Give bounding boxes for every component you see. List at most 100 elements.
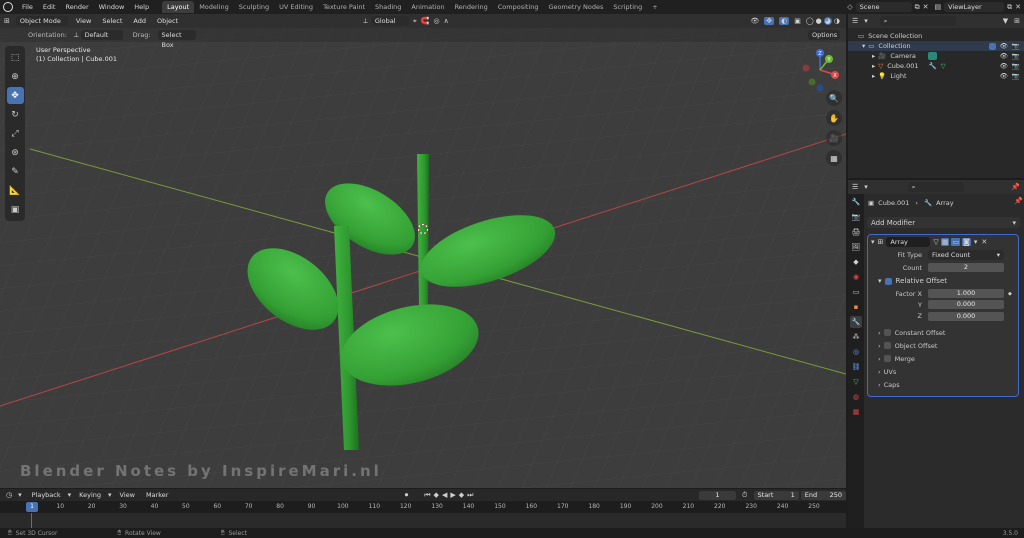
editor-type-icon[interactable]: ⊞ <box>4 17 10 25</box>
gizmo-neg-x-icon[interactable] <box>802 64 810 72</box>
particles-tab-icon[interactable]: ⁂ <box>850 331 862 343</box>
viewport-toggle-icon[interactable]: ▭ <box>951 237 961 246</box>
remove-scene-icon[interactable]: ✕ <box>923 3 929 11</box>
expand-camera-icon[interactable]: ▸ <box>872 51 875 61</box>
light-render-icon[interactable]: 📷 <box>1012 71 1020 81</box>
proportional-edit-icon[interactable]: ◎ <box>433 17 439 25</box>
visibility-icon[interactable]: 👁 <box>750 17 759 25</box>
menu-view[interactable]: View <box>72 16 95 26</box>
tool-tab-icon[interactable]: 🔧 <box>850 196 862 208</box>
texture-tab-icon[interactable]: ▦ <box>850 406 862 418</box>
cursor-tool-icon[interactable]: ⊕ <box>7 68 24 85</box>
add-cube-tool-icon[interactable]: ▣ <box>7 201 24 218</box>
ortho-grid-icon[interactable]: ▦ <box>826 150 842 166</box>
transform-tool-icon[interactable]: ⊛ <box>7 144 24 161</box>
collection-label[interactable]: Collection <box>878 41 910 51</box>
snap-icon[interactable]: 🧲 <box>421 17 430 25</box>
rotate-tool-icon[interactable]: ↻ <box>7 106 24 123</box>
menu-help[interactable]: Help <box>129 0 154 14</box>
cage-toggle-icon[interactable]: ▦ <box>940 237 950 246</box>
render-toggle-icon[interactable]: ◙ <box>962 237 971 246</box>
keyframe-dot-icon[interactable]: ◆ <box>1008 291 1012 297</box>
merge-checkbox[interactable] <box>883 355 891 362</box>
collection-render-icon[interactable]: 📷 <box>1012 41 1020 51</box>
collection-tab-icon[interactable]: ▭ <box>850 286 862 298</box>
camera-view-icon[interactable]: 🎥 <box>826 130 842 146</box>
menu-timeline-view[interactable]: View <box>116 490 139 500</box>
outliner-search-input[interactable]: ⌕ <box>879 16 956 26</box>
modifier-tab-icon[interactable]: 🔧 <box>850 315 862 328</box>
pivot-icon[interactable]: ⌖ <box>413 17 417 26</box>
prev-keyframe-icon[interactable]: ◆ <box>434 491 439 499</box>
falloff-icon[interactable]: ∧ <box>444 17 449 25</box>
properties-dropdown-icon[interactable]: ▾ <box>864 183 868 191</box>
add-modifier-dropdown[interactable]: Add Modifier <box>871 219 915 227</box>
jump-start-icon[interactable]: ⏮ <box>424 491 430 500</box>
tab-scripting[interactable]: Scripting <box>608 1 647 13</box>
tab-rendering[interactable]: Rendering <box>450 1 493 13</box>
timeline-editor-icon[interactable]: ◷ <box>6 491 12 499</box>
expand-cube-icon[interactable]: ▸ <box>872 61 875 71</box>
merge-subpanel[interactable]: › Merge <box>868 352 1018 365</box>
collection-visibility-icon[interactable]: 👁 <box>1000 41 1008 51</box>
remove-view-layer-icon[interactable]: ✕ <box>1015 3 1021 11</box>
transform-space-selector[interactable]: Global <box>370 16 409 26</box>
light-visibility-icon[interactable]: 👁 <box>1000 71 1008 81</box>
constant-offset-checkbox[interactable] <box>883 329 891 336</box>
object-offset-subpanel[interactable]: › Object Offset <box>868 339 1018 352</box>
drag-selector[interactable]: Select Box <box>157 30 196 49</box>
properties-editor-icon[interactable]: ☰ <box>852 183 858 191</box>
scene-collection-label[interactable]: Scene Collection <box>868 31 922 41</box>
fit-type-select[interactable]: Fixed Count ▾ <box>928 249 1004 260</box>
solid-shading-icon[interactable]: ● <box>816 17 822 25</box>
menu-edit[interactable]: Edit <box>38 0 61 14</box>
material-shading-icon[interactable]: ◕ <box>823 17 832 25</box>
pin-icon[interactable]: 📌 <box>1011 183 1020 191</box>
collection-checkbox[interactable] <box>988 42 996 50</box>
relative-offset-checkbox[interactable] <box>884 277 892 285</box>
zoom-icon[interactable]: 🔍 <box>826 90 842 106</box>
view-layer-tab-icon[interactable]: 🖼 <box>850 241 862 253</box>
tab-shading[interactable]: Shading <box>370 1 406 13</box>
tab-sculpting[interactable]: Sculpting <box>234 1 274 13</box>
gizmo-toggle-icon[interactable]: ✥ <box>764 17 775 25</box>
constraints-tab-icon[interactable]: ⛓ <box>850 361 862 373</box>
orientation-selector[interactable]: Default <box>80 30 123 40</box>
scale-tool-icon[interactable]: ⤢ <box>7 125 24 142</box>
cube-render-icon[interactable]: 📷 <box>1012 61 1020 71</box>
data-tab-icon[interactable]: ▽ <box>850 376 862 388</box>
timeline-ruler[interactable]: 1 10 20 30 40 50 60 70 80 90 100 110 120 130 140 150 160… <box>0 501 846 513</box>
tab-animation[interactable]: Animation <box>406 1 449 13</box>
wireframe-shading-icon[interactable]: ◯ <box>806 17 814 25</box>
remove-modifier-icon[interactable]: ✕ <box>981 238 987 246</box>
object-tab-icon[interactable]: ▪ <box>850 301 862 313</box>
viewport-scene[interactable] <box>0 14 846 488</box>
collapse-modifier-icon[interactable]: ▾ <box>871 238 875 246</box>
view-layer-selector[interactable]: ViewLayer <box>944 2 1005 12</box>
properties-search-input[interactable]: ⌕ <box>907 182 964 192</box>
menu-select[interactable]: Select <box>98 16 126 26</box>
outliner-item-light[interactable]: Light <box>890 71 906 81</box>
object-offset-checkbox[interactable] <box>883 342 891 349</box>
start-frame-field[interactable]: Start 1 <box>753 490 799 500</box>
add-workspace-button[interactable]: + <box>647 1 662 13</box>
move-tool-icon[interactable]: ✥ <box>6 87 24 104</box>
menu-window[interactable]: Window <box>94 0 130 14</box>
overlay-toggle-icon[interactable]: ◐ <box>779 17 790 25</box>
play-icon[interactable]: ▶ <box>450 491 455 499</box>
mode-selector[interactable]: Object Mode <box>15 16 68 26</box>
transform-orientation-icon[interactable]: ⟂ <box>363 17 368 26</box>
outliner-item-camera[interactable]: Camera <box>890 51 916 61</box>
menu-render[interactable]: Render <box>60 0 93 14</box>
scene-selector[interactable]: Scene <box>855 2 912 12</box>
gizmo-neg-y-icon[interactable] <box>808 78 816 86</box>
blender-logo-icon[interactable] <box>3 2 13 12</box>
collapse-relative-offset-icon[interactable]: ▾ <box>878 277 882 285</box>
tab-uv-editing[interactable]: UV Editing <box>274 1 318 13</box>
uvs-subpanel[interactable]: › UVs <box>868 365 1018 378</box>
world-tab-icon[interactable]: ◉ <box>850 271 862 283</box>
camera-render-icon[interactable]: 📷 <box>1012 51 1020 61</box>
factor-y-field[interactable]: 0.000 <box>928 300 1004 309</box>
menu-keying[interactable]: Keying <box>75 490 105 500</box>
modifier-menu-icon[interactable]: ▾ <box>974 238 978 246</box>
